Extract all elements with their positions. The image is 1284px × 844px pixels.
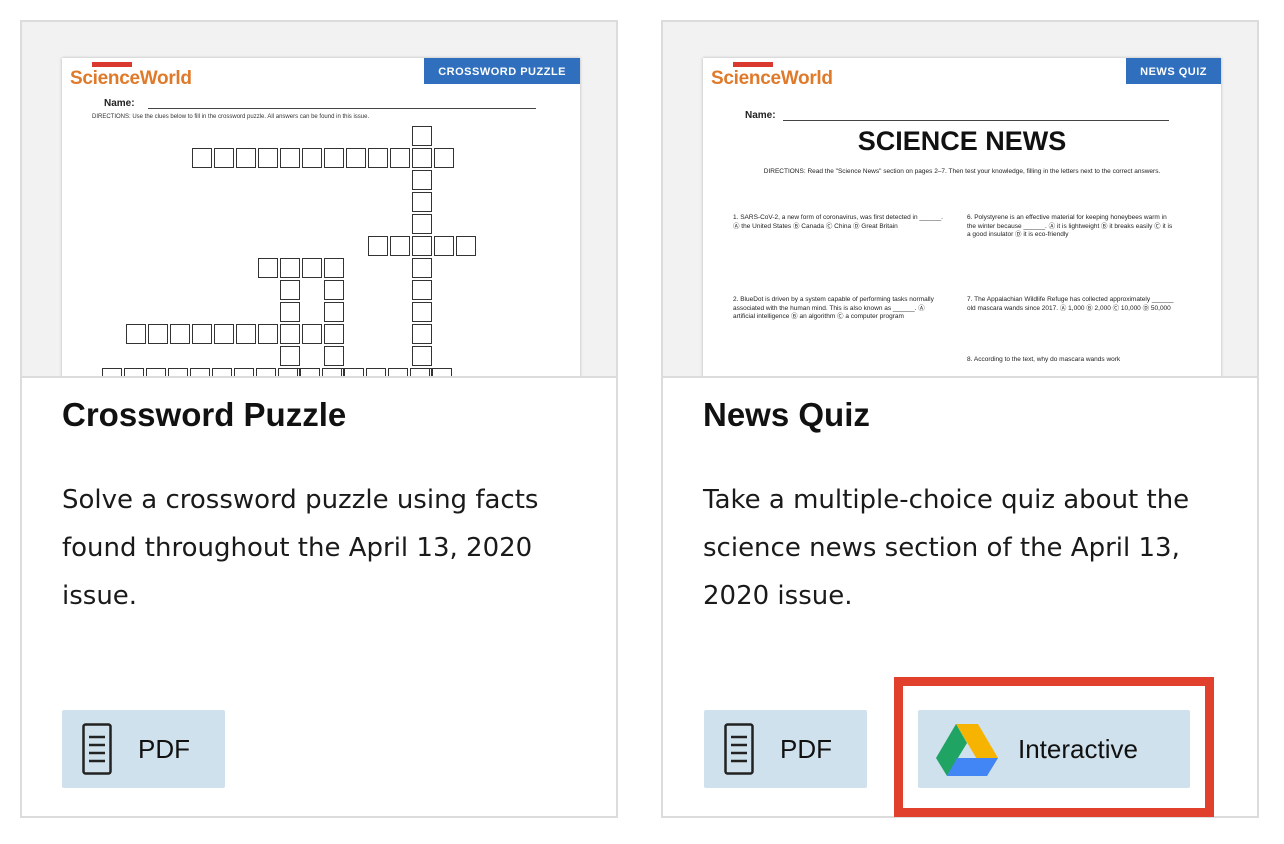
quiz-question: 1. SARS-CoV-2, a new form of coronavirus…: [733, 214, 943, 230]
interactive-button[interactable]: Interactive: [918, 710, 1190, 788]
activity-card-news-quiz: ScienceWorld NEWS QUIZ Name: SCIENCE NEW…: [661, 20, 1259, 818]
worksheet-heading: SCIENCE NEWS: [857, 126, 1067, 156]
pdf-button-label: PDF: [138, 733, 190, 764]
pdf-button[interactable]: PDF: [62, 710, 225, 788]
scienceworld-logo: ScienceWorld: [711, 68, 833, 89]
worksheet-ribbon: CROSSWORD PUZZLE: [424, 58, 580, 84]
worksheet-directions: DIRECTIONS: Read the "Science News" sect…: [763, 168, 1161, 175]
crossword-row: [102, 368, 454, 376]
worksheet-directions: DIRECTIONS: Use the clues below to fill …: [92, 114, 370, 120]
card-title: News Quiz: [703, 396, 870, 433]
activity-card-crossword: ScienceWorld CROSSWORD PUZZLE Name: DIRE…: [20, 20, 618, 818]
card-description: Solve a crossword puzzle using facts fou…: [62, 485, 539, 611]
name-line: [148, 108, 536, 109]
crossword-worksheet-preview: ScienceWorld CROSSWORD PUZZLE Name: DIRE…: [62, 58, 580, 376]
name-label: Name:: [104, 98, 135, 109]
google-drive-icon: [936, 724, 998, 776]
crossword-row: [368, 236, 478, 256]
card-thumbnail[interactable]: ScienceWorld CROSSWORD PUZZLE Name: DIRE…: [22, 22, 616, 378]
scienceworld-logo: ScienceWorld: [70, 68, 192, 89]
pdf-button[interactable]: PDF: [704, 710, 867, 788]
interactive-button-label: Interactive: [1018, 733, 1138, 764]
card-thumbnail[interactable]: ScienceWorld NEWS QUIZ Name: SCIENCE NEW…: [663, 22, 1257, 378]
worksheet-ribbon: NEWS QUIZ: [1126, 58, 1221, 84]
logo-tag: [733, 62, 773, 67]
quiz-question: 7. The Appalachian Wildlife Refuge has c…: [967, 296, 1174, 312]
name-line: [783, 120, 1169, 121]
pdf-button-label: PDF: [780, 733, 832, 764]
crossword-row: [258, 258, 346, 278]
quiz-question: 6. Polystyrene is an effective material …: [967, 214, 1173, 238]
document-icon: [724, 723, 754, 775]
card-title: Crossword Puzzle: [62, 396, 347, 433]
news-quiz-worksheet-preview: ScienceWorld NEWS QUIZ Name: SCIENCE NEW…: [703, 58, 1221, 376]
card-description: Take a multiple-choice quiz about the sc…: [703, 485, 1190, 611]
quiz-question: 2. BlueDot is driven by a system capable…: [733, 296, 934, 320]
name-label: Name:: [745, 110, 776, 121]
crossword-row: [126, 324, 346, 344]
logo-tag: [92, 62, 132, 67]
quiz-question: 8. According to the text, why do mascara…: [967, 356, 1121, 363]
document-icon: [82, 723, 112, 775]
